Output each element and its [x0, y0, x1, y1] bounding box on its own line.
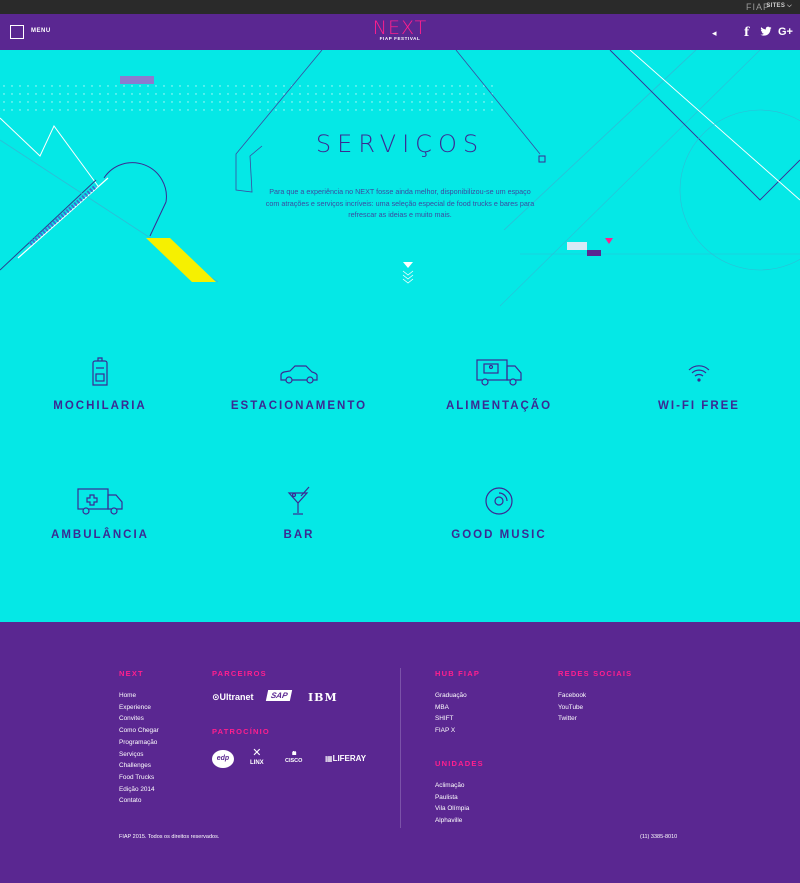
service-good-music: GOOD MUSIC: [399, 485, 599, 541]
footer-partners-title: PARCEIROS: [212, 669, 267, 678]
service-estacionamento: ESTACIONAMENTO: [199, 356, 399, 412]
car-icon: [280, 365, 318, 384]
backpack-icon: [92, 357, 108, 386]
ambulance-icon: [77, 488, 123, 515]
service-ambulancia: AMBULÂNCIA: [0, 485, 200, 541]
copyright-text: FIAP 2015. Todos os direitos reservados.: [119, 834, 220, 840]
footer-link[interactable]: Graduação: [435, 690, 467, 702]
linx-logo[interactable]: ✕ LINX: [250, 748, 264, 767]
footer-hub-title: HUB FIAP: [435, 669, 481, 678]
footer-social-title: REDES SOCIAIS: [558, 669, 633, 678]
sap-logo[interactable]: SAP: [265, 690, 293, 701]
site-header: MENU NEXT FIAP FESTIVAL ◂ f G+: [0, 14, 800, 50]
service-label: GOOD MUSIC: [451, 529, 547, 541]
site-footer: NEXT Home Experience Convites Como Chega…: [0, 622, 800, 883]
footer-next-title: NEXT: [119, 669, 144, 678]
footer-link[interactable]: FIAP X: [435, 725, 467, 737]
menu-button[interactable]: MENU: [31, 28, 51, 34]
footer-units-links: Aclimação Paulista Vila Olímpia Alphavil…: [435, 780, 469, 827]
top-strip: FIAP SITES ⌵: [0, 0, 800, 14]
footer-sponsorship-title: PATROCÍNIO: [212, 727, 270, 736]
twitter-icon[interactable]: [760, 26, 772, 37]
footer-link[interactable]: Paulista: [435, 792, 469, 804]
intro-text: Para que a experiência no NEXT fosse ain…: [265, 187, 535, 219]
scroll-down-icon[interactable]: [401, 262, 415, 284]
cocktail-icon: [287, 486, 310, 515]
footer-link[interactable]: Vila Olímpia: [435, 803, 469, 815]
cisco-logo[interactable]: ıllıllı CISCO: [285, 751, 302, 765]
footer-next-links: Home Experience Convites Como Chegar Pro…: [119, 690, 159, 807]
sites-dropdown[interactable]: SITES ⌵: [766, 3, 792, 10]
footer-link[interactable]: MBA: [435, 702, 467, 714]
service-alimentacao: ALIMENTAÇÃO: [399, 356, 599, 412]
next-logo[interactable]: NEXT FIAP FESTIVAL: [360, 18, 440, 41]
wifi-icon: [688, 365, 710, 382]
service-bar: BAR: [199, 485, 399, 541]
ultranet-logo[interactable]: ⊙Ultranet: [212, 692, 254, 703]
footer-link[interactable]: Experience: [119, 702, 159, 714]
menu-icon[interactable]: [10, 25, 24, 39]
service-label: MOCHILARIA: [53, 400, 147, 412]
footer-link[interactable]: SHIFT: [435, 713, 467, 725]
liferay-logo[interactable]: ▦LIFERAY: [325, 754, 366, 763]
footer-link[interactable]: Food Trucks: [119, 772, 159, 784]
facebook-icon[interactable]: f: [744, 25, 749, 39]
footer-link[interactable]: Contato: [119, 795, 159, 807]
food-truck-icon: [476, 359, 522, 386]
page-title: SERVIÇOS: [315, 130, 485, 158]
footer-divider: [400, 668, 401, 828]
footer-hub-links: Graduação MBA SHIFT FIAP X: [435, 690, 467, 737]
services-section: SERVIÇOS Para que a experiência no NEXT …: [0, 50, 800, 622]
service-label: AMBULÂNCIA: [51, 529, 149, 541]
footer-social-links: Facebook YouTube Twitter: [558, 690, 586, 725]
ibm-logo[interactable]: IBM: [308, 691, 338, 704]
vinyl-icon: [485, 487, 513, 515]
sound-icon[interactable]: ◂: [712, 26, 717, 40]
edp-logo[interactable]: edp: [212, 750, 234, 768]
footer-link[interactable]: Edição 2014: [119, 784, 159, 796]
footer-link[interactable]: Programação: [119, 737, 159, 749]
service-label: ESTACIONAMENTO: [230, 400, 368, 412]
service-label: WI-FI FREE: [658, 400, 740, 412]
footer-link[interactable]: Aclimação: [435, 780, 469, 792]
service-mochilaria: MOCHILARIA: [0, 356, 200, 412]
logo-text: NEXT: [372, 17, 428, 39]
service-wifi: WI-FI FREE: [599, 356, 799, 412]
google-plus-icon[interactable]: G+: [778, 25, 793, 39]
footer-link[interactable]: Facebook: [558, 690, 586, 702]
footer-link[interactable]: YouTube: [558, 702, 586, 714]
footer-units-title: UNIDADES: [435, 759, 484, 768]
footer-link[interactable]: Twitter: [558, 713, 586, 725]
service-label: BAR: [283, 529, 315, 541]
footer-link[interactable]: Convites: [119, 713, 159, 725]
service-label: ALIMENTAÇÃO: [445, 400, 553, 412]
footer-link[interactable]: Home: [119, 690, 159, 702]
footer-link[interactable]: Como Chegar: [119, 725, 159, 737]
footer-link[interactable]: Alphaville: [435, 815, 469, 827]
footer-link[interactable]: Challenges: [119, 760, 159, 772]
phone-number: (11) 3385-8010: [640, 834, 678, 840]
footer-link[interactable]: Serviços: [119, 749, 159, 761]
